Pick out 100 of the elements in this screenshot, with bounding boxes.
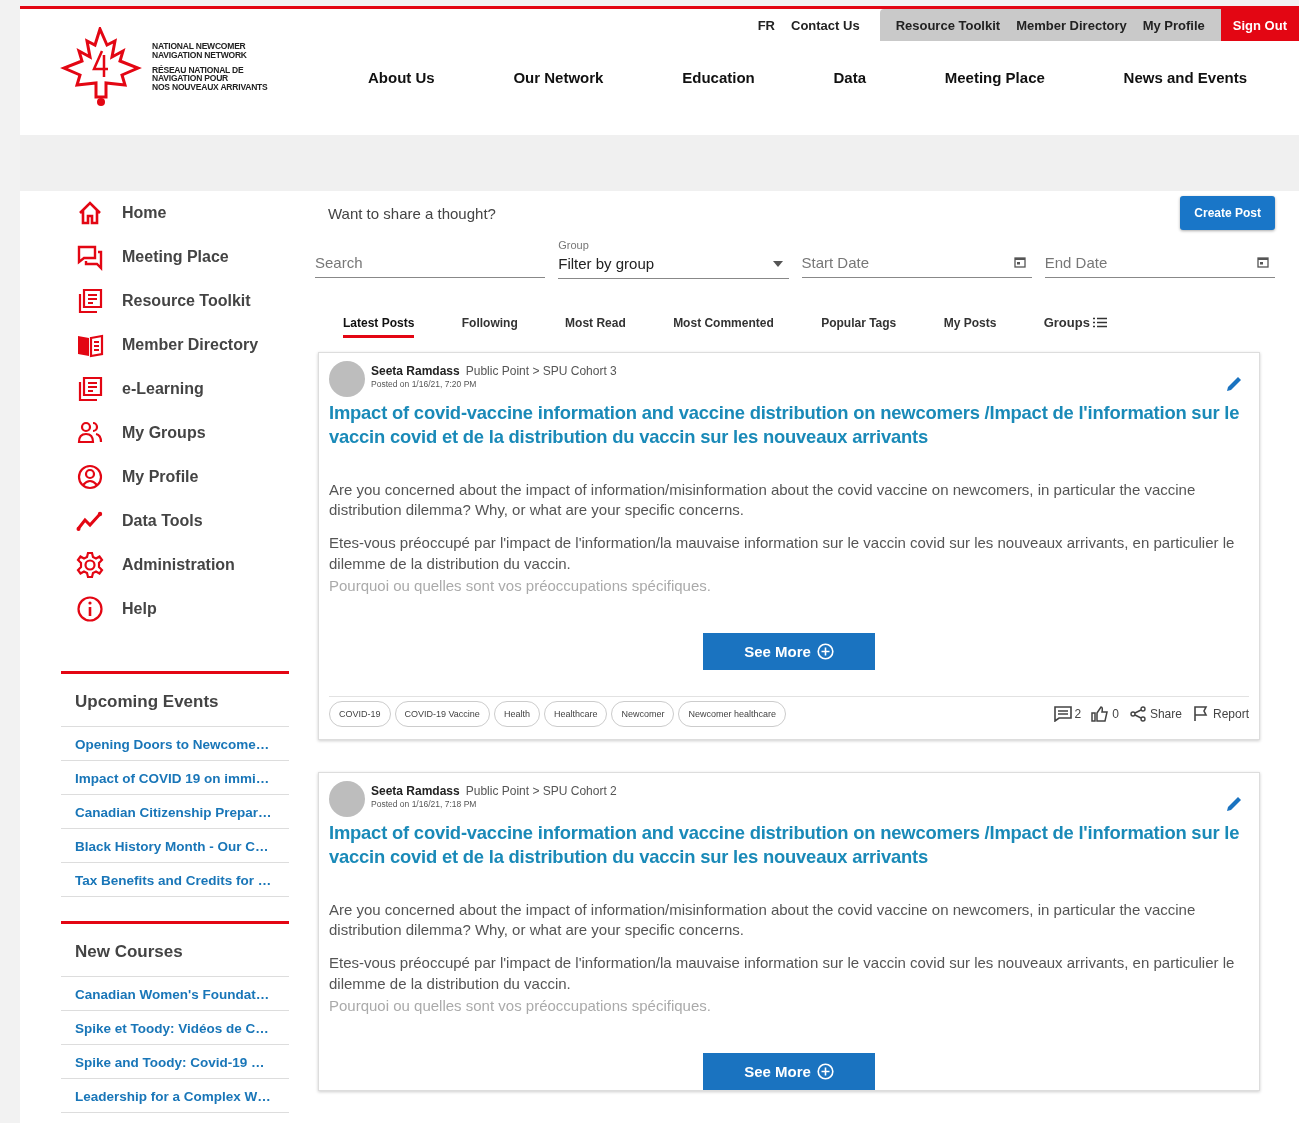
feed-tab[interactable]: Groups [1043, 315, 1107, 338]
sidebar-link[interactable]: Opening Doors to Newcome… [61, 727, 289, 761]
nav-link[interactable]: Data [833, 68, 866, 86]
settings-icon [76, 551, 104, 579]
list-icon [1092, 317, 1107, 328]
sidebar-link[interactable]: Tax Benefits and Credits for … [61, 863, 289, 897]
member-link[interactable]: Member Directory [1008, 9, 1135, 41]
feed-tab[interactable]: Latest Posts [343, 315, 415, 338]
see-more-button[interactable]: See More [703, 633, 875, 670]
section-title: Upcoming Events [61, 674, 289, 727]
post-date: Posted on 1/16/21, 7:20 PM [371, 379, 478, 389]
sidebar-label: Data Tools [122, 512, 203, 530]
member-link[interactable]: My Profile [1134, 9, 1213, 41]
feed-tab[interactable]: Most Read [565, 315, 626, 338]
post-date: Posted on 1/16/21, 7:18 PM [371, 799, 478, 809]
comments-button[interactable]: 2 [1053, 706, 1082, 722]
nav-link[interactable]: News and Events [1123, 68, 1247, 86]
pencil-icon[interactable] [1225, 375, 1243, 393]
flag-icon [1191, 706, 1210, 722]
sidebar-label: Administration [122, 556, 235, 574]
sidebar-item[interactable]: Home [61, 191, 289, 235]
report-button[interactable]: Report [1191, 706, 1249, 722]
documents-icon [76, 287, 104, 315]
create-post-button[interactable]: Create Post [1180, 196, 1275, 230]
sidebar-item[interactable]: Administration [61, 543, 289, 587]
sidebar-item[interactable]: Help [61, 587, 289, 631]
share-icon [1128, 706, 1147, 722]
sidebar-label: Help [122, 600, 157, 618]
like-button[interactable]: 0 [1091, 706, 1119, 722]
end-date-field[interactable]: End Date [1044, 250, 1275, 278]
section-title: New Courses [61, 924, 289, 977]
tag-chip[interactable]: Healthcare [543, 701, 608, 727]
see-more-button[interactable]: See More [703, 1053, 875, 1090]
nav-link[interactable]: About Us [368, 68, 435, 86]
maple-leaf-logo-icon[interactable] [60, 27, 142, 107]
avatar [329, 781, 365, 817]
sidebar-link[interactable]: Leadership for a Complex W… [61, 1079, 289, 1113]
group-path: Public Point > SPU Cohort 2 [465, 784, 617, 798]
sidebar-label: e-Learning [122, 380, 204, 398]
tag-chip[interactable]: Newcomer [611, 701, 675, 727]
sign-out-button[interactable]: Sign Out [1220, 9, 1299, 41]
calendar-icon[interactable] [1257, 256, 1269, 268]
sidebar-label: My Profile [122, 468, 199, 486]
nav-link[interactable]: Meeting Place [944, 68, 1045, 86]
documents-icon [76, 375, 104, 403]
plus-circle-icon [816, 1063, 834, 1080]
sidebar-item[interactable]: Meeting Place [61, 235, 289, 279]
tag-chip[interactable]: Health [493, 701, 540, 727]
header-link[interactable]: Contact Us [783, 9, 868, 41]
author-name[interactable]: Seeta Ramdass [371, 784, 460, 798]
share-button[interactable]: Share [1128, 706, 1182, 722]
post-title[interactable]: Impact of covid-vaccine information and vaccine distribution on newcomers /Impact de l'information sur le vaccin covid et de la distribution du vaccin sur les nouveaux arrivants [329, 401, 1249, 450]
sidebar-label: Meeting Place [122, 248, 229, 266]
profile-icon [76, 463, 104, 491]
start-date-field[interactable]: Start Date [801, 250, 1032, 278]
calendar-icon[interactable] [1013, 256, 1026, 268]
header-link[interactable]: FR [749, 9, 783, 41]
post-text: Pourquoi ou quelles sont vos préoccupations spécifiques. [329, 576, 712, 597]
feed-tab[interactable]: My Posts [943, 315, 997, 338]
group-select[interactable]: Group Filter by group [558, 230, 789, 279]
post-text: Are you concerned about the impact of information/misinformation about the covid vaccine on newcomers, in particular the vaccine distribution dilemma? Why, or what are your specific concerns. [329, 479, 1197, 521]
author-name[interactable]: Seeta Ramdass [371, 364, 460, 378]
sidebar-link[interactable]: Canadian Women's Foundat… [61, 977, 289, 1011]
sidebar-link[interactable]: Spike et Toody: Vidéos de C… [61, 1011, 289, 1045]
group-path: Public Point > SPU Cohort 3 [465, 364, 617, 378]
plus-circle-icon [816, 643, 834, 660]
sidebar-label: Home [122, 204, 167, 222]
share-prompt[interactable]: Want to share a thought? [315, 204, 496, 222]
sidebar-label: Resource Toolkit [122, 292, 251, 310]
tag-chip[interactable]: COVID-19 Vaccine [394, 701, 490, 727]
member-link[interactable]: Resource Toolkit [887, 9, 1009, 41]
sidebar-label: My Groups [122, 424, 206, 442]
post-title[interactable]: Impact of covid-vaccine information and vaccine distribution on newcomers /Impact de l'information sur le vaccin covid et de la distribution du vaccin sur les nouveaux arrivants [329, 821, 1249, 870]
sidebar-item[interactable]: Resource Toolkit [61, 279, 289, 323]
pencil-icon[interactable] [1225, 795, 1243, 813]
caret-icon [772, 260, 783, 267]
chat-icon [76, 243, 104, 271]
sidebar-link[interactable]: Impact of COVID 19 on immi… [61, 761, 289, 795]
post-text: Are you concerned about the impact of information/misinformation about the covid vaccine on newcomers, in particular the vaccine distribution dilemma? Why, or what are your specific concerns. [329, 899, 1197, 941]
sidebar-item[interactable]: e-Learning [61, 367, 289, 411]
sidebar-item[interactable]: My Groups [61, 411, 289, 455]
organization-name: NATIONAL NEWCOMER NAVIGATION NETWORK RÉSEAU NATIONAL DE NAVIGATION POUR NOS NOUVEAUX ARRIVANTS [152, 41, 268, 93]
sidebar-item[interactable]: My Profile [61, 455, 289, 499]
feed-tab[interactable]: Following [461, 315, 518, 338]
tag-chip[interactable]: Newcomer healthcare [678, 701, 786, 727]
search-field[interactable]: Search [315, 250, 546, 278]
sidebar-link[interactable]: Spike and Toody: Covid-19 … [61, 1045, 289, 1079]
feed-tab[interactable]: Most Commented [673, 315, 774, 338]
comment-icon [1053, 706, 1072, 722]
sidebar-item[interactable]: Member Directory [61, 323, 289, 367]
tag-chip[interactable]: COVID-19 [329, 701, 391, 727]
feed-tab[interactable]: Popular Tags [821, 315, 897, 338]
nav-link[interactable]: Education [682, 68, 755, 86]
nav-link[interactable]: Our Network [513, 68, 604, 86]
sidebar-item[interactable]: Data Tools [61, 499, 289, 543]
avatar [329, 361, 365, 397]
sidebar-link[interactable]: Canadian Citizenship Prepar… [61, 795, 289, 829]
sidebar-link[interactable]: Black History Month - Our C… [61, 829, 289, 863]
post-text: Etes-vous préoccupé par l'impact de l'information/la mauvaise information sur le vaccin covid sur les nouveaux arrivants, en particulier le dilemme de la distribution du vaccin. [329, 952, 1236, 994]
sidebar-label: Member Directory [122, 336, 259, 354]
